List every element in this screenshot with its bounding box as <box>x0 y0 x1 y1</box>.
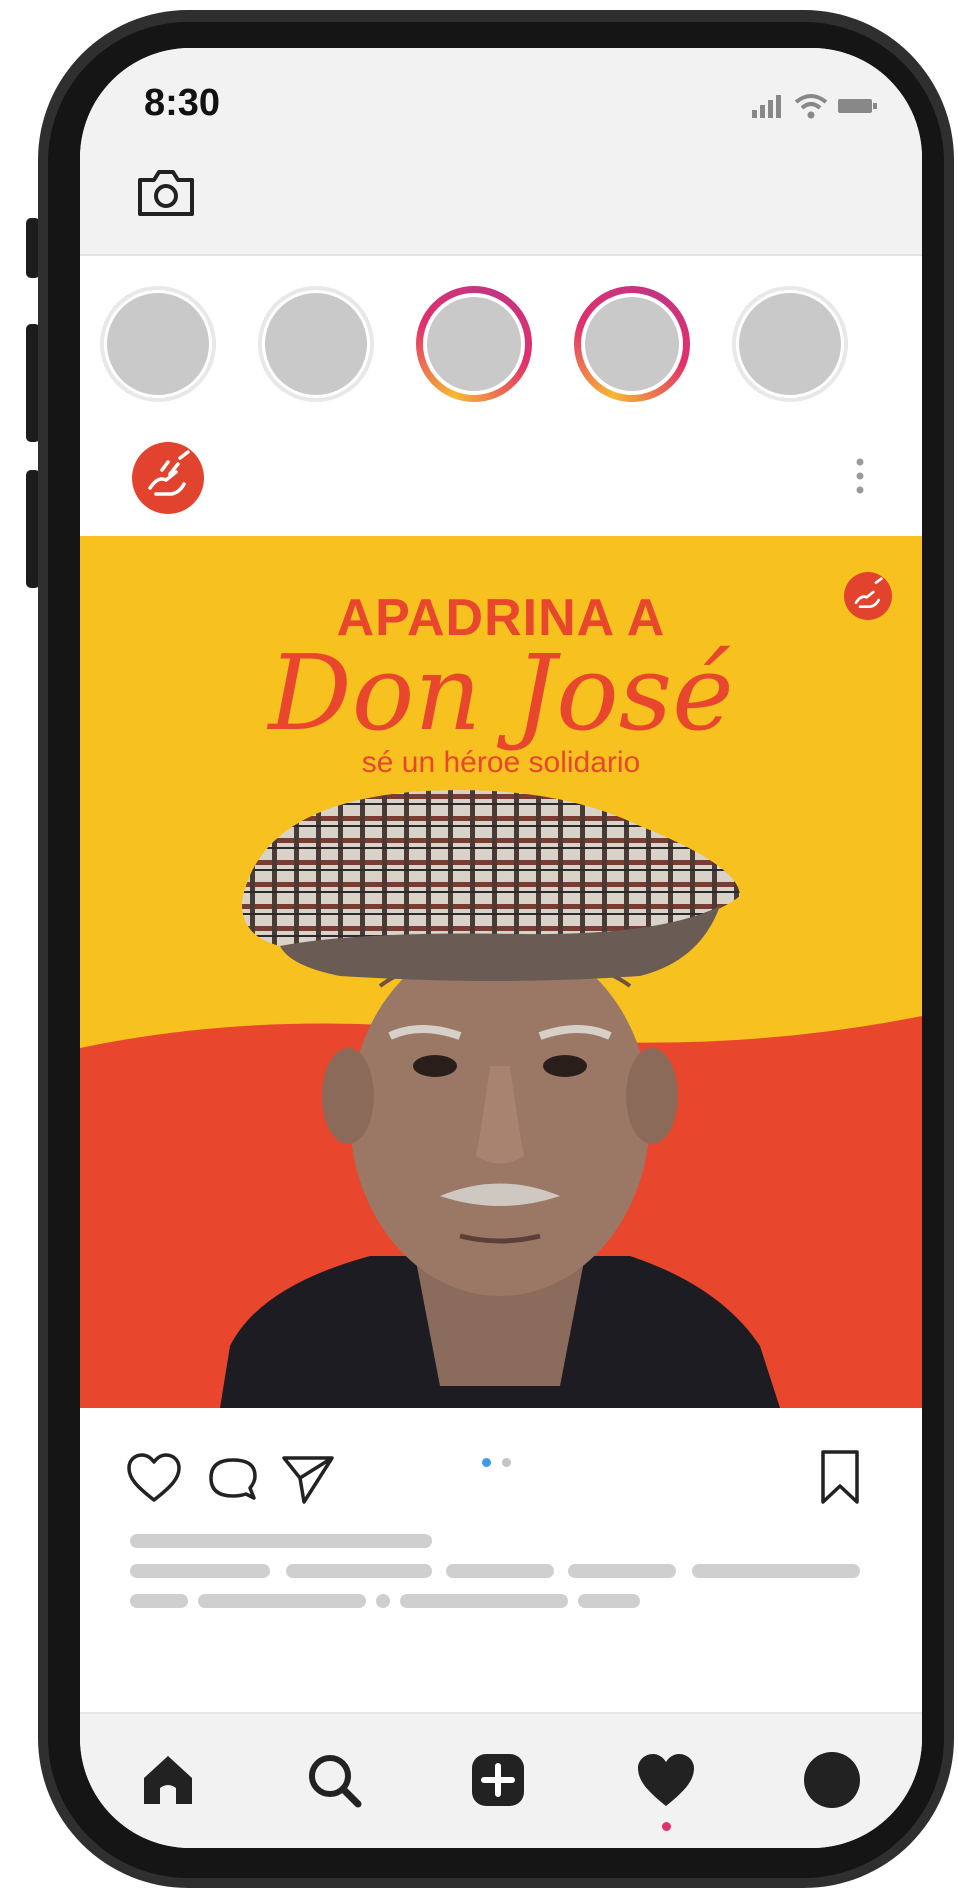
phone-screen: 8:30 APADRINA A Don José sé un héroe sol… <box>80 48 922 1848</box>
story-avatar-new[interactable] <box>416 286 532 402</box>
wifi-icon <box>794 94 828 119</box>
caption-placeholder <box>446 1564 554 1578</box>
story-avatar[interactable] <box>258 286 374 402</box>
system-icons <box>752 92 878 120</box>
carousel-dot-active <box>482 1458 491 1467</box>
activity-notification-dot <box>662 1822 671 1831</box>
carousel-dot <box>502 1458 511 1467</box>
caption-placeholder <box>568 1564 676 1578</box>
story-avatar-image <box>423 293 525 395</box>
story-avatar-image <box>739 293 841 395</box>
add-square-icon[interactable] <box>470 1752 526 1808</box>
caption-placeholder <box>130 1594 188 1608</box>
caption-placeholder <box>198 1594 366 1608</box>
bookmark-icon[interactable] <box>818 1448 862 1506</box>
caption-placeholder <box>286 1564 432 1578</box>
stories-tray <box>80 254 922 428</box>
profile-avatar[interactable] <box>132 442 204 514</box>
story-avatar-image <box>581 293 683 395</box>
caption-placeholder <box>692 1564 860 1578</box>
post-tagline: sé un héroe solidario <box>361 746 641 779</box>
battery-icon <box>838 99 877 113</box>
caption-placeholder <box>130 1564 270 1578</box>
post-image[interactable]: APADRINA A Don José sé un héroe solidari… <box>80 536 922 1408</box>
story-avatar[interactable] <box>100 286 216 402</box>
camera-icon[interactable] <box>136 166 196 218</box>
story-avatar[interactable] <box>732 286 848 402</box>
status-time: 8:30 <box>144 82 221 124</box>
story-avatar-image <box>265 293 367 395</box>
carousel-indicator <box>482 1458 522 1468</box>
bottom-navigation <box>80 1712 922 1848</box>
home-icon[interactable] <box>140 1752 196 1808</box>
heart-outline-icon[interactable] <box>126 1452 182 1504</box>
story-avatar-image <box>107 293 209 395</box>
caption-placeholder <box>376 1594 390 1608</box>
more-vertical-icon[interactable] <box>856 456 864 496</box>
comment-icon[interactable] <box>206 1454 260 1506</box>
elderly-man-portrait <box>220 790 780 1408</box>
profile-icon[interactable] <box>804 1752 860 1808</box>
post-header <box>80 426 922 532</box>
caption-placeholder <box>400 1594 568 1608</box>
story-avatar-new[interactable] <box>574 286 690 402</box>
post-actions <box>80 1408 922 1698</box>
helping-hands-logo-icon <box>148 450 190 496</box>
send-icon[interactable] <box>280 1452 336 1506</box>
post-name-script: Don José <box>268 632 734 754</box>
heart-filled-icon[interactable] <box>636 1752 696 1808</box>
search-icon[interactable] <box>306 1752 362 1808</box>
caption-placeholder <box>130 1534 432 1548</box>
caption-placeholder <box>578 1594 640 1608</box>
signal-icon <box>752 95 781 118</box>
top-bar: 8:30 <box>80 48 922 254</box>
